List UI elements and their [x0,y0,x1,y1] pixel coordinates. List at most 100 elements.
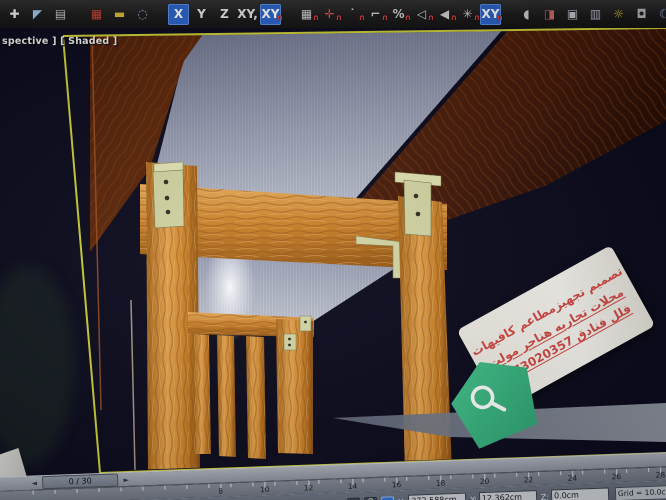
ruler-label: 28 [655,470,665,479]
select-by-name-icon[interactable]: ▤ [50,4,71,25]
constraint-x-button[interactable]: X [168,4,189,25]
ruler-tick [428,476,429,480]
ruler-label: 12 [304,483,314,492]
ruler-label: 20 [480,477,490,486]
constraint-xy-button[interactable]: XY, [237,4,258,25]
ruler-label: 16 [392,480,402,489]
teapot-render-icon-glyph: ◖ [523,4,529,25]
perspective-viewport[interactable] [0,26,666,500]
light-icon[interactable]: ☼ [608,4,629,25]
selection-region-icon[interactable]: ◌ [132,4,153,25]
snap-3d-icon-glyph: ✛ [324,4,334,25]
y-field[interactable]: 12.362cm [479,490,537,500]
ruler-label: 14 [348,482,358,491]
angle-snap-icon[interactable]: ⌐∩ [365,4,386,25]
previous-frame-button[interactable]: ◄ [28,479,40,487]
ruler-tick [560,471,561,475]
percent-snap-icon[interactable]: %∩ [388,4,409,25]
grid-size-readout: Grid = 10.0cm [615,485,666,500]
next-frame-button[interactable]: ► [120,475,132,483]
screen-photo: ✚◤▤▦▬◌XYZXY,XY∩▦∩✛∩˙∩⌐∩%∩◁∩◀∩✳∩XY∩◖◨▣▥☼◘… [0,0,666,500]
constraint-xy-button-glyph: XY, [237,4,258,25]
snap-arrow-icon[interactable]: ◀∩ [434,4,455,25]
camera-icon-glyph: ◘ [636,4,646,25]
snap-cursor-icon-glyph: ◁ [417,4,426,25]
light-icon-glyph: ☼ [613,4,624,25]
ruler-tick [450,475,451,479]
ruler-tick [296,481,297,485]
ruler-tick [384,478,385,482]
snap-arrow-icon-glyph: ◀ [440,4,449,25]
toolbar-group-snaps: ▦∩✛∩˙∩⌐∩%∩◁∩◀∩✳∩XY∩ [295,4,502,25]
z-field[interactable]: 0.0cm [551,487,609,500]
selection-lock-icon[interactable] [364,496,377,500]
x-field[interactable]: 372.588cm [408,493,466,500]
percent-snap-icon-glyph: % [392,4,404,25]
ruler-label: 22 [524,475,534,484]
toolbar-group-render: ◖◨▣▥☼◘☾◉ [515,4,666,25]
ruler-label: 8 [218,487,223,496]
ruler-label: 24 [567,474,577,483]
ruler-label: 26 [611,472,621,481]
ruler-tick [648,468,649,472]
select-and-move-icon[interactable]: ✚ [4,4,25,25]
snap-point-icon-glyph: ˙ [350,4,356,25]
ruler-tick [494,474,495,478]
snap-grid-icon[interactable]: ▦∩ [296,4,317,25]
constraint-xy-snap-button[interactable]: XY∩ [260,4,281,25]
constraint-z-button-glyph: Z [220,4,229,25]
render-setup-icon-glyph: ▣ [567,4,578,25]
magnet-glyph: ∩ [497,7,504,28]
rendered-frame-icon-glyph: ▥ [590,4,601,25]
render-setup-icon[interactable]: ▣ [562,4,583,25]
ruler-tick [120,487,121,491]
keyboard-override-icon[interactable]: ✳∩ [457,4,478,25]
material-editor-icon[interactable]: ◨ [539,4,560,25]
snap-point-icon[interactable]: ˙∩ [342,4,363,25]
snap-3d-icon[interactable]: ✛∩ [319,4,340,25]
axis-snap-toggle-button[interactable]: XY∩ [480,4,501,25]
absolute-mode-button[interactable] [381,496,394,500]
ruler-tick [538,472,539,476]
ruler-tick [252,482,253,486]
snap-cursor-icon[interactable]: ◁∩ [411,4,432,25]
environment-icon-glyph: ☾ [659,4,666,25]
constraint-z-button[interactable]: Z [214,4,235,25]
ruler-tick [98,488,99,492]
ruler-tick [626,469,627,473]
constraint-y-button-glyph: Y [197,4,206,25]
toolbar-group-tools: ▦ ▬ ◌ [85,4,154,25]
ruler-tick [230,483,231,487]
environment-icon[interactable]: ☾ [654,4,666,25]
select-object-icon[interactable]: ◤ [27,4,48,25]
ruler-tick [406,477,407,481]
schematic-view-icon[interactable]: ▦ [86,4,107,25]
metal-bracket-left [153,162,184,228]
angle-snap-icon-glyph: ⌐ [370,4,380,25]
rendered-frame-icon[interactable]: ▥ [585,4,606,25]
keyboard-override-icon-glyph: ✳ [462,4,472,25]
measure-ruler-icon-glyph: ▬ [114,4,125,25]
ruler-tick [340,479,341,483]
material-editor-icon-glyph: ◨ [544,4,555,25]
z-label: Z: [541,492,550,500]
selection-region-icon-glyph: ◌ [137,4,147,25]
measure-ruler-icon[interactable]: ▬ [109,4,130,25]
ruler-tick [472,474,473,478]
coordinate-z: Z: 0.0cm [541,487,610,500]
magnet-glyph: ∩ [277,7,284,28]
ruler-tick [76,489,77,493]
ruler-tick [164,486,165,490]
ruler-tick [516,473,517,477]
ruler-tick [274,482,275,486]
main-toolbar: ✚◤▤▦▬◌XYZXY,XY∩▦∩✛∩˙∩⌐∩%∩◁∩◀∩✳∩XY∩◖◨▣▥☼◘… [0,0,666,28]
teapot-render-icon[interactable]: ◖ [516,4,537,25]
viewport-label[interactable]: spective ] [ Shaded ] [2,36,117,47]
ruler-tick [186,485,187,489]
select-object-icon-glyph: ◤ [33,4,42,25]
camera-icon[interactable]: ◘ [631,4,652,25]
ruler-tick [582,470,583,474]
ruler-tick [55,490,56,494]
snap-grid-icon-glyph: ▦ [301,4,312,25]
constraint-y-button[interactable]: Y [191,4,212,25]
